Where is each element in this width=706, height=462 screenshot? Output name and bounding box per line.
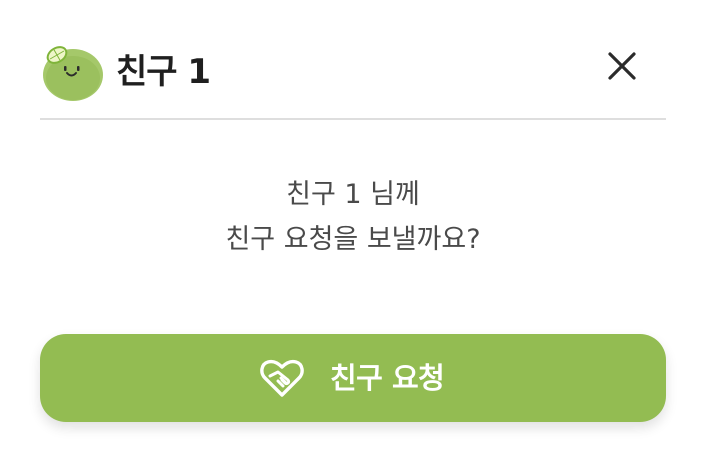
friend-request-button-label: 친구 요청	[330, 361, 445, 395]
heart-handshake-icon	[260, 359, 304, 397]
message-line-1: 친구 1 님께	[286, 179, 420, 210]
confirm-message: 친구 1 님께 친구 요청을 보낼까요?	[40, 172, 666, 262]
lime-character-icon	[43, 46, 103, 101]
message-line-2: 친구 요청을 보낼까요?	[225, 224, 481, 255]
close-icon[interactable]	[600, 44, 644, 88]
dialog-header: 친구 1	[40, 38, 666, 106]
friend-request-dialog: 친구 1 친구 1 님께 친구 요청을 보낼까요? 친구 요청	[0, 0, 706, 462]
friend-request-button[interactable]: 친구 요청	[40, 334, 666, 422]
dialog-title: 친구 1	[116, 52, 211, 92]
header-divider	[40, 118, 666, 120]
